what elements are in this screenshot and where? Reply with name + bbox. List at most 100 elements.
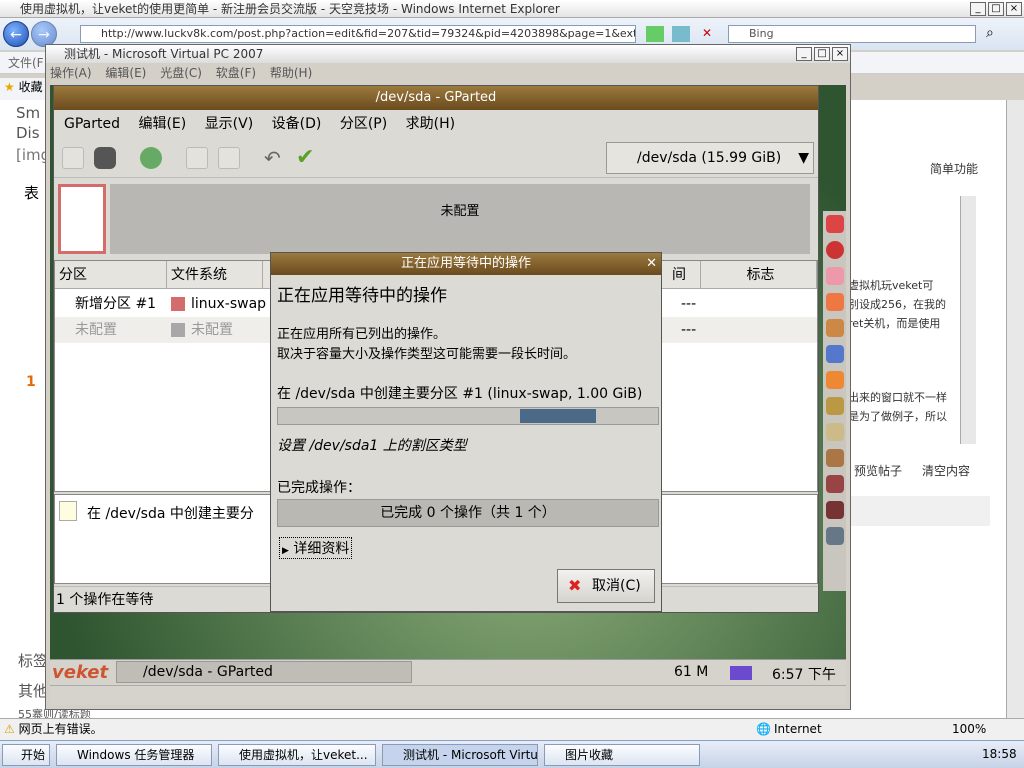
- gparted-menu-item[interactable]: 求助(H): [406, 116, 455, 132]
- search-input[interactable]: Bing: [728, 25, 976, 43]
- warning-icon[interactable]: ⚠: [4, 722, 15, 736]
- favorites-bar: ★ 收藏: [0, 78, 50, 100]
- clear-button[interactable]: 清空内容: [922, 462, 970, 479]
- post-text-line: ret关机，而是使用: [848, 317, 941, 330]
- taskbar-item[interactable]: Windows 任务管理器: [56, 744, 212, 766]
- paste-icon[interactable]: [218, 147, 240, 169]
- guest-quick-launch: [50, 685, 846, 705]
- web-fragment: 其他: [18, 682, 49, 700]
- guest-taskbar: veket /dev/sda - GParted 61 M 6:57 下午: [50, 659, 846, 685]
- post-text-line: 别设成256，在我的: [848, 298, 946, 311]
- close-icon[interactable]: ✕: [646, 253, 657, 275]
- taskbar-item[interactable]: 图片收藏: [544, 744, 700, 766]
- dock-icon[interactable]: [826, 423, 844, 441]
- dock-icon[interactable]: [826, 293, 844, 311]
- details-expander[interactable]: ▶ 详细资料: [279, 537, 353, 559]
- gparted-title: /dev/sda - GParted: [375, 90, 497, 105]
- partition-graph: 未配置: [58, 184, 814, 254]
- cancel-icon: ✖: [568, 576, 582, 595]
- dock-icon[interactable]: [826, 475, 844, 493]
- column-header[interactable]: 分区: [55, 261, 167, 289]
- page-scrollbar[interactable]: [1006, 100, 1024, 718]
- vpc-maximize-button[interactable]: □: [814, 47, 830, 61]
- column-header[interactable]: 文件系统: [167, 261, 263, 289]
- column-header[interactable]: 标志: [701, 261, 817, 289]
- dock-icon[interactable]: [826, 215, 844, 233]
- taskbar-item[interactable]: 测试机 - Microsoft Virtu...: [382, 744, 538, 766]
- dialog-heading: 正在应用等待中的操作: [277, 286, 447, 306]
- partition-block-swap[interactable]: [58, 184, 106, 254]
- web-fragment: Dis: [16, 124, 40, 142]
- status-text[interactable]: 网页上有错误。: [19, 722, 103, 736]
- guest-task-button[interactable]: /dev/sda - GParted: [116, 661, 412, 683]
- compat-icon[interactable]: [646, 26, 664, 42]
- address-bar[interactable]: http://www.luckv8k.com/post.php?action=e…: [80, 25, 636, 43]
- vpc-minimize-button[interactable]: _: [796, 47, 812, 61]
- gparted-menu-item[interactable]: 设备(D): [272, 116, 322, 132]
- dock-icon[interactable]: [826, 527, 844, 545]
- device-selector[interactable]: /dev/sda (15.99 GiB) ▼: [606, 142, 814, 174]
- dock-icon[interactable]: [826, 267, 844, 285]
- search-icon[interactable]: ⌕: [986, 25, 994, 41]
- progress-fill: [520, 409, 596, 423]
- dock-icon[interactable]: [826, 371, 844, 389]
- resize-icon[interactable]: [140, 147, 162, 169]
- windows-taskbar: 开始 Windows 任务管理器 使用虚拟机，让veket... 测试机 - M…: [0, 740, 1024, 768]
- dialog-title-bar: 正在应用等待中的操作 ✕: [271, 253, 661, 275]
- vpc-menu-item[interactable]: 帮助(H): [270, 66, 312, 80]
- post-text: 虚拟机玩veket可 别设成256，在我的 ret关机，而是使用: [848, 276, 956, 333]
- simple-function-link[interactable]: 简单功能: [930, 160, 978, 177]
- refresh-icon[interactable]: [672, 26, 690, 42]
- star-icon[interactable]: ★: [4, 80, 15, 94]
- gparted-menu-item[interactable]: 编辑(E): [138, 116, 186, 132]
- zoom-level[interactable]: 100%: [952, 719, 986, 739]
- dock-icon[interactable]: [826, 397, 844, 415]
- menu-file[interactable]: 文件(F: [8, 56, 44, 70]
- back-icon[interactable]: ←: [3, 21, 29, 47]
- copy-icon[interactable]: [186, 147, 208, 169]
- vpc-menu-item[interactable]: 软盘(F): [216, 66, 256, 80]
- pending-op-text[interactable]: 在 /dev/sda 中创建主要分: [87, 503, 254, 523]
- dock-icon[interactable]: [826, 345, 844, 363]
- editor-scrollbar[interactable]: [960, 196, 976, 444]
- fs-color-swatch: [171, 323, 185, 337]
- gparted-title-bar: /dev/sda - GParted: [54, 86, 818, 110]
- fs-name: 未配置: [191, 322, 233, 338]
- dock-icon[interactable]: [826, 319, 844, 337]
- details-label: 详细资料: [293, 541, 350, 557]
- ie-close-button[interactable]: ×: [1006, 2, 1022, 16]
- guest-clock: 6:57 下午: [772, 667, 836, 683]
- vpc-menu-bar: 操作(A) 编辑(E) 光盘(C) 软盘(F) 帮助(H): [46, 63, 850, 83]
- gparted-menu-item[interactable]: 显示(V): [205, 116, 254, 132]
- veket-logo[interactable]: veket: [52, 662, 108, 683]
- zone-label: Internet: [774, 722, 822, 736]
- vpc-close-button[interactable]: ×: [832, 47, 848, 61]
- vpc-menu-item[interactable]: 光盘(C): [160, 66, 202, 80]
- cancel-button[interactable]: ✖ 取消(C): [557, 569, 655, 603]
- unallocated-label: 未配置: [440, 204, 480, 219]
- gparted-menu-item[interactable]: 分区(P): [340, 116, 387, 132]
- dock-icon[interactable]: [826, 241, 844, 259]
- taskbar-item[interactable]: 使用虚拟机，让veket...: [218, 744, 376, 766]
- apply-icon[interactable]: ✔: [296, 147, 318, 169]
- undo-icon[interactable]: ↶: [264, 147, 286, 169]
- start-button[interactable]: 开始: [2, 744, 50, 766]
- current-operation: 在 /dev/sda 中创建主要分区 #1 (linux-swap, 1.00 …: [277, 386, 643, 402]
- new-icon[interactable]: [62, 147, 84, 169]
- device-label: /dev/sda (15.99 GiB): [637, 150, 782, 166]
- post-text-line: 出来的窗口就不一样: [848, 391, 947, 404]
- ie-minimize-button[interactable]: _: [970, 2, 986, 16]
- side-dock: [823, 211, 846, 591]
- stop-icon[interactable]: ✕: [698, 26, 716, 42]
- vpc-menu-item[interactable]: 编辑(E): [105, 66, 146, 80]
- gparted-menu-item[interactable]: GParted: [64, 116, 120, 132]
- ie-title: 使用虚拟机，让veket的使用更简单 - 新注册会员交流版 - 天空竞技场 - …: [20, 2, 560, 16]
- partition-block-unallocated[interactable]: 未配置: [110, 184, 810, 254]
- dock-icon[interactable]: [826, 449, 844, 467]
- preview-button[interactable]: 预览帖子: [854, 462, 902, 479]
- favorites-label[interactable]: 收藏: [19, 80, 43, 94]
- vpc-menu-item[interactable]: 操作(A): [50, 66, 92, 80]
- dock-icon[interactable]: [826, 501, 844, 519]
- delete-icon[interactable]: [94, 147, 116, 169]
- ie-maximize-button[interactable]: □: [988, 2, 1004, 16]
